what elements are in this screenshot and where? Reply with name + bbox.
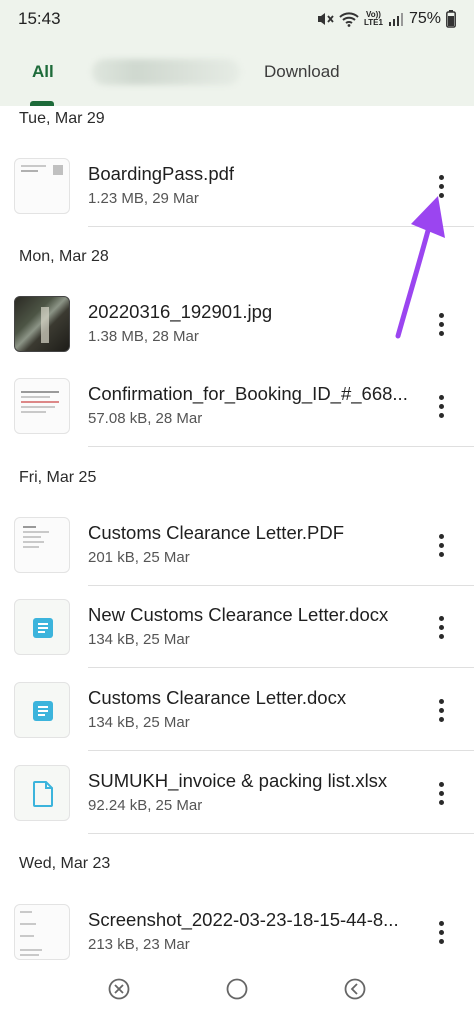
more-options-button[interactable]	[428, 611, 454, 643]
battery-icon	[446, 10, 456, 28]
divider	[88, 226, 474, 227]
more-options-button[interactable]	[428, 170, 454, 202]
pdf-thumbnail	[14, 158, 70, 214]
file-name: Confirmation_for_Booking_ID_#_668...	[88, 383, 408, 404]
pdf-thumbnail	[14, 378, 70, 434]
file-row[interactable]: Customs Clearance Letter.docx 134 kB, 25…	[0, 669, 474, 751]
file-row[interactable]: New Customs Clearance Letter.docx 134 kB…	[0, 586, 474, 668]
file-row[interactable]: Screenshot_2022-03-23-18-15-44-8... 213 …	[0, 891, 474, 962]
filter-tab-bar: All Download	[0, 38, 474, 106]
file-meta: 201 kB, 25 Mar	[88, 549, 190, 566]
back-icon[interactable]	[343, 977, 367, 1001]
wifi-icon	[339, 12, 359, 27]
divider	[88, 833, 474, 834]
photo-thumbnail	[14, 296, 70, 352]
section-date-header: Fri, Mar 25	[19, 469, 97, 486]
mute-icon	[318, 13, 334, 25]
file-name: Screenshot_2022-03-23-18-15-44-8...	[88, 909, 399, 930]
file-name: Customs Clearance Letter.docx	[88, 687, 347, 708]
divider	[88, 667, 474, 668]
file-list[interactable]: Tue, Mar 29 BoardingPass.pdf 1.23 MB, 29…	[0, 106, 474, 962]
file-name: SUMUKH_invoice & packing list.xlsx	[88, 770, 388, 791]
divider	[88, 750, 474, 751]
status-time: 15:43	[18, 9, 61, 28]
screenshot-thumbnail	[14, 904, 70, 960]
file-meta: 134 kB, 25 Mar	[88, 631, 190, 648]
file-meta: 1.23 MB, 29 Mar	[88, 190, 199, 207]
divider	[88, 446, 474, 447]
file-row[interactable]: Customs Clearance Letter.PDF 201 kB, 25 …	[0, 504, 474, 586]
document-icon	[14, 599, 70, 655]
volte-bottom-label: LTE1	[364, 18, 383, 27]
status-icons: Vo)) LTE1 75%	[316, 10, 456, 28]
blurred-tab-label	[92, 59, 240, 85]
tab-all[interactable]: All	[32, 38, 54, 106]
recents-icon[interactable]	[107, 977, 131, 1001]
file-row[interactable]: 20220316_192901.jpg 1.38 MB, 28 Mar	[0, 283, 474, 365]
volte-icon: Vo)) LTE1	[364, 11, 383, 27]
tab-blurred[interactable]	[92, 38, 240, 106]
more-options-button[interactable]	[428, 529, 454, 561]
file-meta: 1.38 MB, 28 Mar	[88, 328, 199, 345]
file-name: 20220316_192901.jpg	[88, 301, 273, 322]
status-bar: 15:43 Vo)) LTE1 75%	[0, 0, 474, 38]
file-name: Customs Clearance Letter.PDF	[88, 522, 345, 543]
section-date-header: Mon, Mar 28	[19, 248, 109, 265]
document-icon	[14, 682, 70, 738]
pdf-thumbnail	[14, 517, 70, 573]
more-options-button[interactable]	[428, 916, 454, 948]
file-row[interactable]: BoardingPass.pdf 1.23 MB, 29 Mar	[0, 145, 474, 227]
file-meta: 213 kB, 23 Mar	[88, 936, 190, 953]
more-options-button[interactable]	[428, 694, 454, 726]
file-meta: 134 kB, 25 Mar	[88, 714, 190, 731]
tab-download[interactable]: Download	[264, 38, 340, 106]
home-icon[interactable]	[225, 977, 249, 1001]
battery-percent: 75%	[408, 10, 441, 27]
section-date-header: Tue, Mar 29	[19, 110, 105, 127]
more-options-button[interactable]	[428, 308, 454, 340]
file-row[interactable]: SUMUKH_invoice & packing list.xlsx 92.24…	[0, 752, 474, 834]
file-meta: 57.08 kB, 28 Mar	[88, 410, 203, 427]
section-date-header: Wed, Mar 23	[19, 855, 111, 872]
file-name: New Customs Clearance Letter.docx	[88, 604, 389, 625]
file-name: BoardingPass.pdf	[88, 163, 235, 184]
more-options-button[interactable]	[428, 777, 454, 809]
file-meta: 92.24 kB, 25 Mar	[88, 797, 203, 814]
more-options-button[interactable]	[428, 390, 454, 422]
system-nav-bar	[0, 962, 474, 1016]
file-icon	[14, 765, 70, 821]
signal-icon	[388, 13, 403, 26]
file-row[interactable]: Confirmation_for_Booking_ID_#_668... 57.…	[0, 365, 474, 447]
